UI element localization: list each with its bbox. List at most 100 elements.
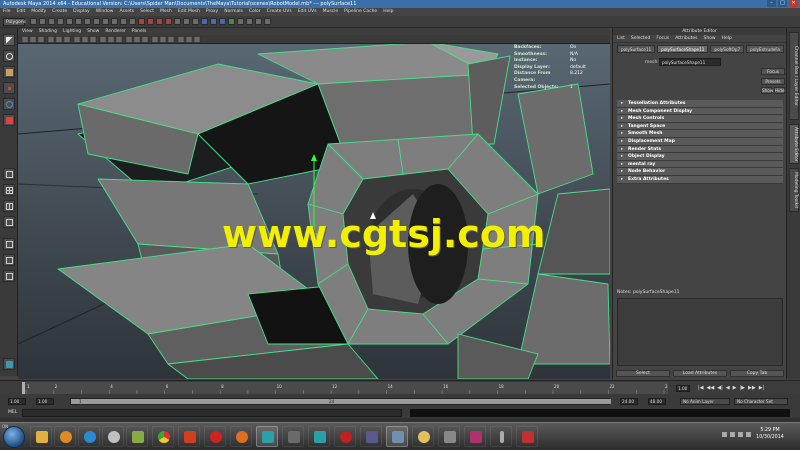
command-language-label[interactable]: MEL (8, 410, 17, 416)
section-object-display[interactable]: Object Display (617, 153, 783, 161)
tray-icon[interactable] (730, 432, 735, 437)
select-button[interactable]: Select (616, 370, 670, 377)
section-mesh-component-display[interactable]: Mesh Component Display (617, 107, 783, 116)
vtab-modeling-toolkit[interactable]: Modeling Toolkit (789, 168, 799, 212)
select-object-icon[interactable] (66, 18, 73, 25)
menu-edit-uvs[interactable]: Edit UVs (298, 8, 317, 16)
mask-icon[interactable] (84, 18, 91, 25)
tab-polysurface11[interactable]: polySurface11 (617, 45, 656, 53)
mask-icon[interactable] (102, 18, 109, 25)
focus-button[interactable]: Focus (761, 68, 785, 75)
taskbar-media[interactable] (54, 426, 76, 447)
menu-assets[interactable]: Assets (119, 8, 134, 16)
attr-menu-focus[interactable]: Focus (656, 35, 669, 42)
close-button[interactable]: ✕ (789, 0, 798, 7)
menu-set-select[interactable]: Polygons (3, 18, 26, 26)
network-icon[interactable] (746, 432, 751, 437)
taskbar-chrome[interactable] (152, 426, 174, 447)
lasso-tool[interactable] (3, 50, 15, 62)
section-render-stats[interactable]: Render Stats (617, 145, 783, 154)
hide-button[interactable]: Hide (774, 87, 785, 94)
menu-help[interactable]: Help (383, 8, 393, 16)
range-bar-fill[interactable] (71, 399, 611, 404)
minimize-button[interactable]: – (767, 0, 776, 7)
taskbar-firefox[interactable] (230, 426, 252, 447)
attr-menu-list[interactable]: List (617, 35, 625, 42)
go-to-start-icon[interactable]: |◀ (698, 385, 704, 392)
taskbar-maya[interactable] (308, 426, 330, 447)
time-slider[interactable]: 124681012141618202224 1.00 |◀ ◀◀ ◀| ◀ ▶ … (0, 380, 800, 394)
range-inner-end-field[interactable]: 24.00 (620, 398, 638, 405)
menu-select[interactable]: Select (140, 8, 154, 16)
menu-edit-mesh[interactable]: Edit Mesh (178, 8, 200, 16)
menu-create[interactable]: Create (52, 8, 67, 16)
taskbar-opera[interactable] (204, 426, 226, 447)
tab-polysurfaceshape11[interactable]: polySurfaceShape11 (657, 45, 709, 53)
notes-textarea[interactable] (617, 298, 783, 366)
menu-color[interactable]: Color (249, 8, 261, 16)
attr-menu-attributes[interactable]: Attributes (675, 35, 697, 42)
input-line-icon[interactable] (264, 18, 271, 25)
history-icon[interactable] (192, 18, 199, 25)
step-forward-key-icon[interactable]: ▶▶ (748, 385, 756, 392)
menu-create-uvs[interactable]: Create UVs (267, 8, 292, 16)
menu-display[interactable]: Display (73, 8, 90, 16)
menu-muscle[interactable]: Muscle (323, 8, 339, 16)
presets-button[interactable]: Presets (761, 78, 785, 85)
step-back-key-icon[interactable]: ◀◀ (707, 385, 715, 392)
rotate-tool[interactable] (3, 98, 15, 110)
system-clock[interactable]: 5:29 PM 10/30/2014 (752, 427, 788, 441)
mesh-name-field[interactable]: polySurfaceShape11 (659, 58, 721, 66)
select-tool[interactable] (3, 34, 15, 46)
tray-icon[interactable] (722, 432, 727, 437)
taskbar-app[interactable] (490, 426, 512, 447)
select-hierarchy-icon[interactable] (57, 18, 64, 25)
taskbar-app[interactable] (282, 426, 304, 447)
section-mental-ray[interactable]: mental ray (617, 160, 783, 169)
load-attributes-button[interactable]: Load Attributes (673, 370, 727, 377)
current-time-field[interactable]: 1.00 (676, 385, 690, 392)
snap-point-icon[interactable] (156, 18, 163, 25)
tab-polyextrudeface[interactable]: polyExtrudeFa (746, 45, 784, 53)
step-forward-frame-icon[interactable]: |▶ (739, 385, 745, 392)
menu-proxy[interactable]: Proxy (206, 8, 218, 16)
layout-single-pane[interactable] (3, 168, 15, 180)
layout-two-pane[interactable] (3, 200, 15, 212)
vp-menu-panels[interactable]: Panels (132, 28, 146, 35)
perspective-viewport[interactable]: View Shading Lighting Show Renderer Pane… (18, 28, 610, 379)
layout-outliner[interactable] (3, 216, 15, 228)
vp-menu-view[interactable]: View (22, 28, 33, 35)
section-tangent-space[interactable]: Tangent Space (617, 122, 783, 131)
section-mesh-controls[interactable]: Mesh Controls (617, 115, 783, 123)
input-line-icon[interactable] (237, 18, 244, 25)
taskbar-folder[interactable] (30, 426, 52, 447)
tab-polysoftop7[interactable]: polySoftOp7 (710, 45, 745, 53)
vp-menu-renderer[interactable]: Renderer (105, 28, 126, 35)
taskbar-app[interactable] (334, 426, 356, 447)
snap-grid-icon[interactable] (138, 18, 145, 25)
show-button[interactable]: Show (761, 87, 773, 94)
range-inner-start-field[interactable]: 1.00 (36, 398, 54, 405)
menu-modify[interactable]: Modify (31, 8, 46, 16)
taskbar-maya[interactable] (256, 426, 278, 447)
ipr-render-icon[interactable] (210, 18, 217, 25)
section-tessellation-attributes[interactable]: Tessellation Attributes (617, 100, 783, 108)
hypershade-icon[interactable] (228, 18, 235, 25)
range-start-field[interactable]: 1.00 (8, 398, 26, 405)
range-end-field[interactable]: 48.00 (648, 398, 666, 405)
anim-layer-dropdown[interactable]: No Anim Layer (680, 398, 730, 405)
taskbar-app[interactable] (412, 426, 434, 447)
attr-menu-show[interactable]: Show (703, 35, 715, 42)
menu-window[interactable]: Window (96, 8, 114, 16)
range-bar[interactable]: 1 24 (70, 398, 611, 405)
history-icon[interactable] (174, 18, 181, 25)
start-button[interactable] (3, 426, 25, 448)
taskbar-app[interactable] (126, 426, 148, 447)
paint-select-tool[interactable] (3, 66, 15, 78)
taskbar-settings[interactable] (102, 426, 124, 447)
input-line-icon[interactable] (246, 18, 253, 25)
select-component-icon[interactable] (75, 18, 82, 25)
attr-menu-help[interactable]: Help (722, 35, 732, 42)
snap-curve-icon[interactable] (147, 18, 154, 25)
snap-plane-icon[interactable] (165, 18, 172, 25)
